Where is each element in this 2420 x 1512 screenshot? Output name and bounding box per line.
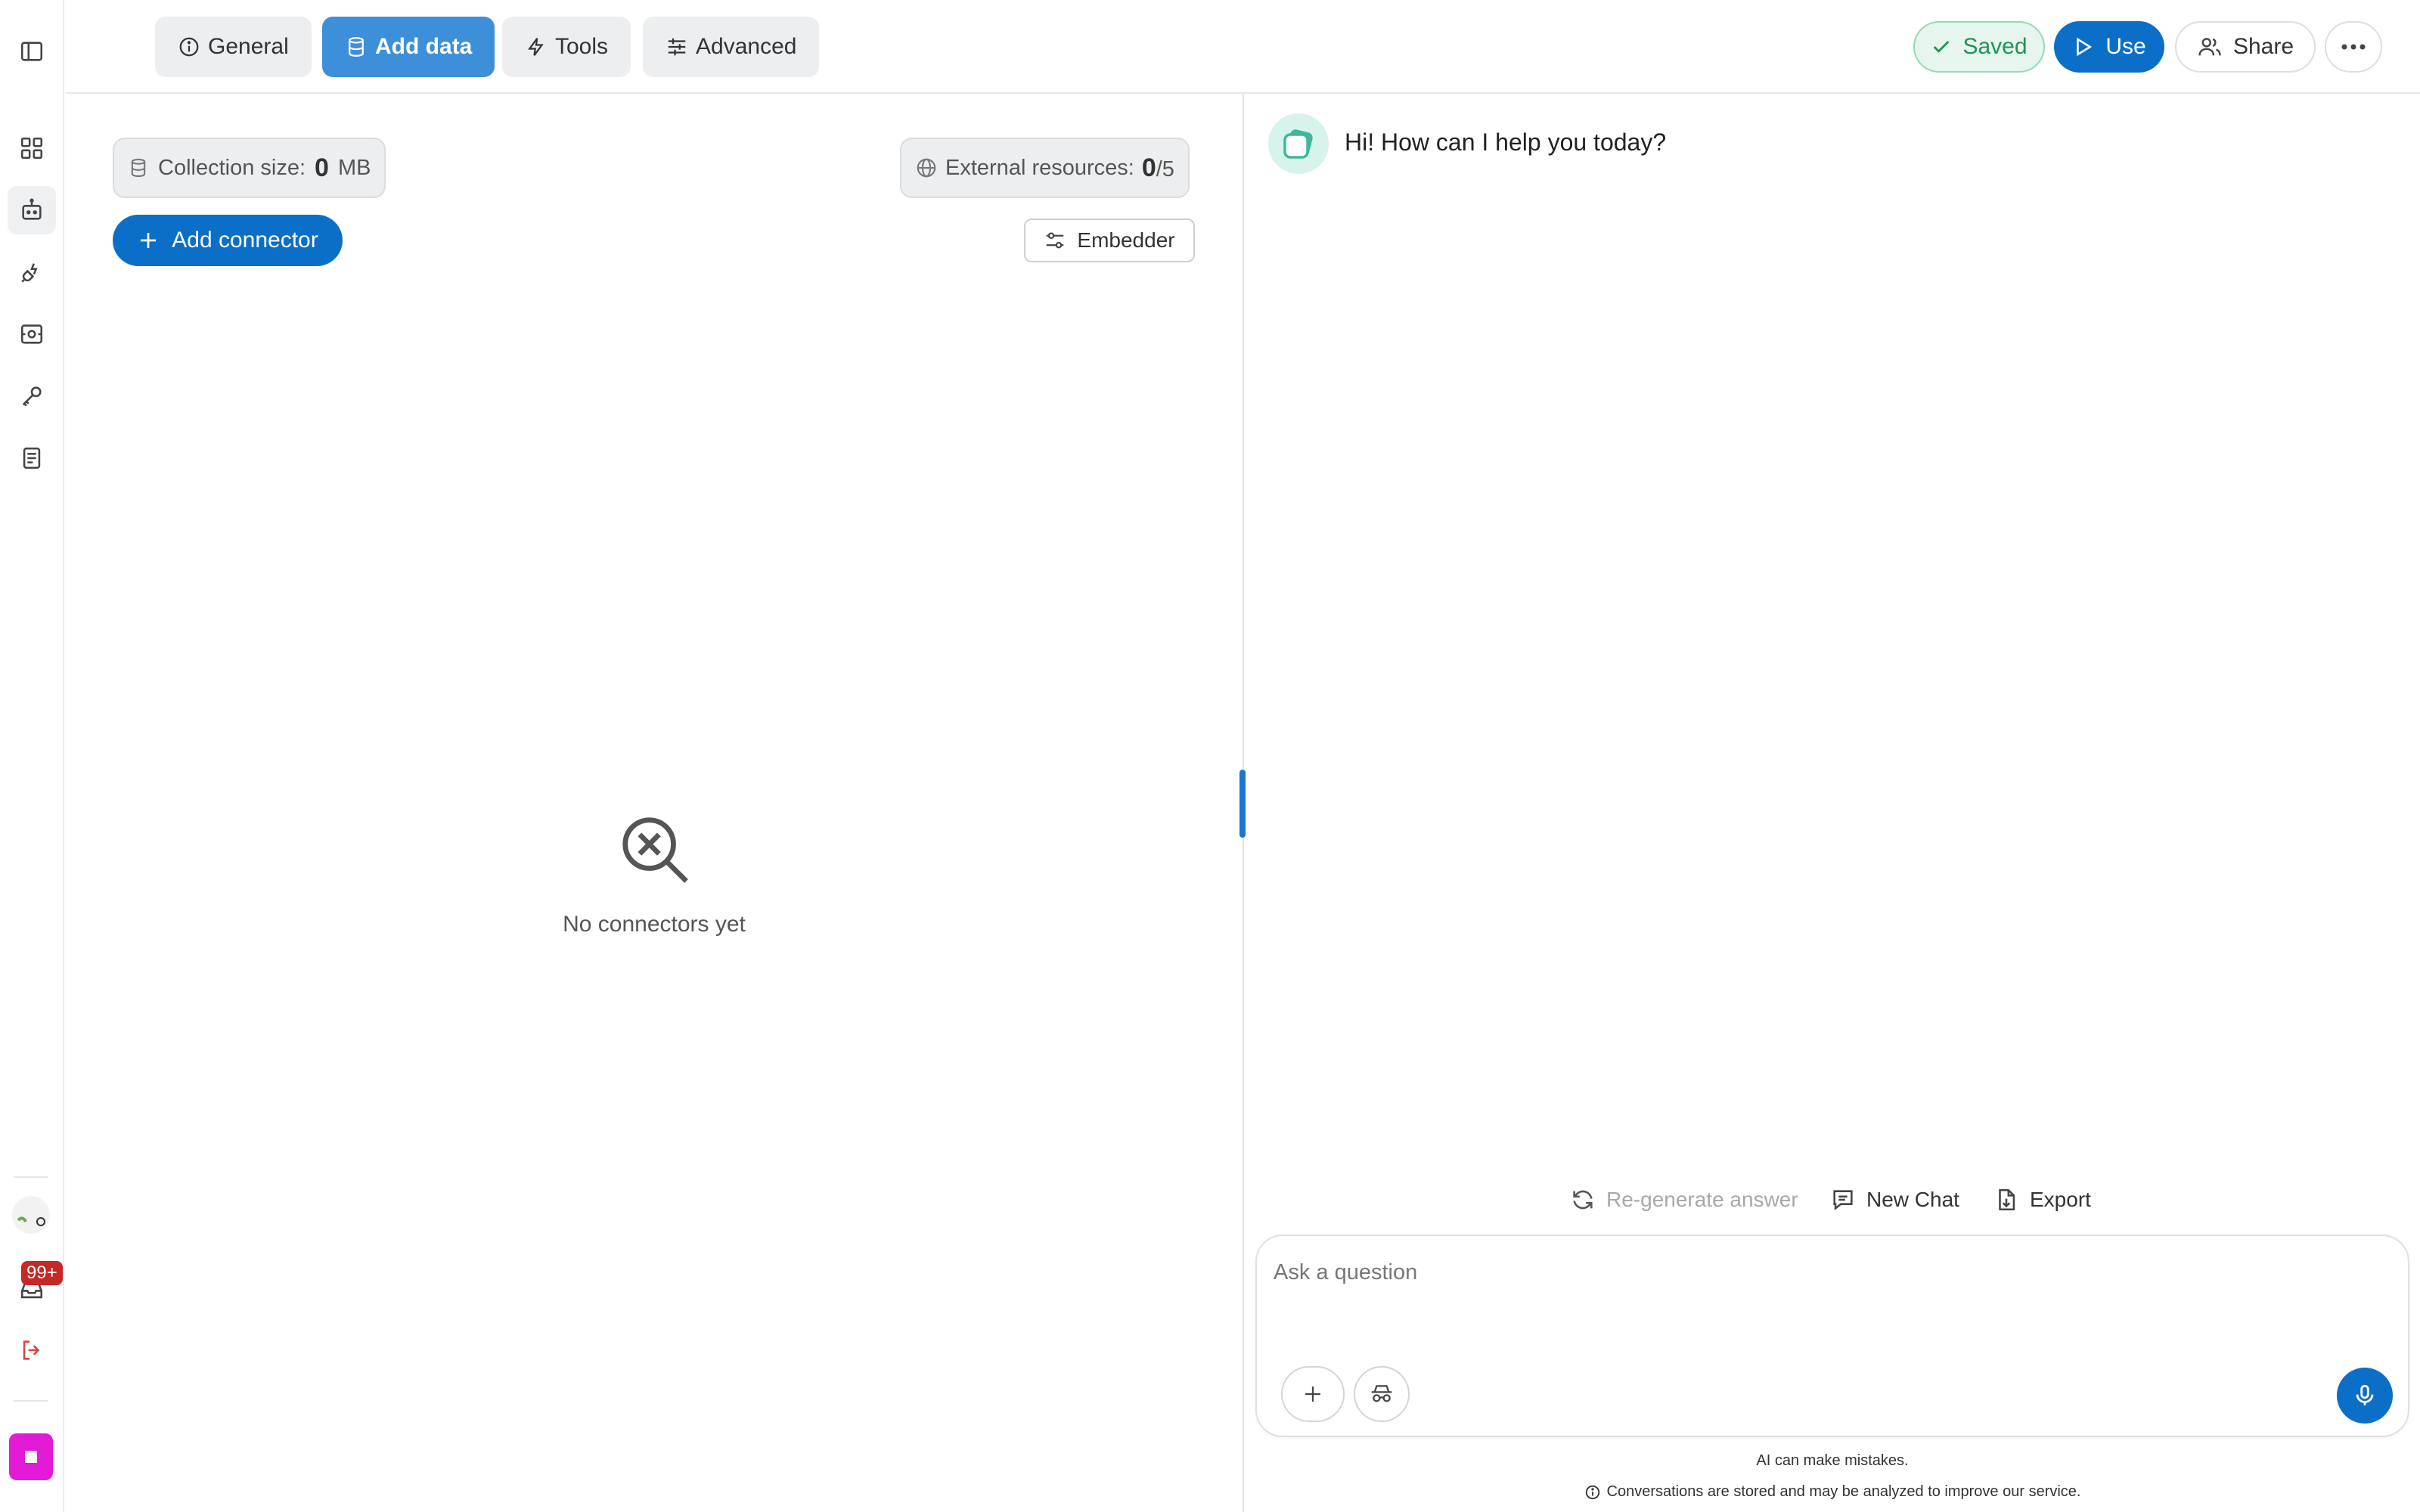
info-icon (1584, 1484, 1601, 1501)
scan-icon[interactable] (8, 310, 56, 358)
incognito-icon (1370, 1382, 1394, 1406)
microphone-button[interactable] (2337, 1368, 2393, 1424)
rail-divider (14, 1176, 48, 1178)
external-resources-label: External resources: (945, 155, 1134, 180)
plug-icon[interactable] (8, 248, 56, 296)
privacy-notice-text: Conversations are stored and may be anal… (1606, 1483, 2081, 1500)
file-export-icon (1993, 1187, 2019, 1213)
key-icon[interactable] (8, 372, 56, 420)
new-chat-label: New Chat (1866, 1188, 1959, 1211)
chat-composer (1255, 1235, 2409, 1437)
users-icon (2197, 34, 2223, 60)
database-icon (128, 157, 149, 178)
globe-icon (915, 156, 938, 179)
plus-icon (1302, 1383, 1324, 1405)
empty-state-text: No connectors yet (563, 912, 746, 937)
sidebar-toggle-icon[interactable] (8, 27, 56, 76)
lightning-icon (525, 36, 548, 58)
search-x-icon (616, 810, 693, 888)
chat-bubble-icon (1830, 1187, 1856, 1213)
regenerate-button[interactable]: Re-generate answer (1570, 1184, 1798, 1216)
ai-disclaimer: AI can make mistakes. (1756, 1452, 1909, 1469)
user-avatar[interactable] (12, 1196, 50, 1234)
logout-icon[interactable] (8, 1326, 56, 1374)
settings-sliders-icon (1044, 229, 1066, 252)
database-icon (345, 36, 368, 58)
external-resources-value: 0 (1141, 153, 1156, 182)
ellipsis-icon (2341, 43, 2366, 51)
rail-divider (14, 1400, 48, 1402)
tab-advanced[interactable]: Advanced (643, 17, 820, 77)
privacy-notice: Conversations are stored and may be anal… (1255, 1483, 2409, 1501)
tab-label: Tools (555, 34, 609, 59)
question-input[interactable] (1274, 1250, 2257, 1295)
check-icon (1931, 36, 1952, 57)
saved-label: Saved (1962, 34, 2028, 59)
external-resources-stat: External resources: 0 /5 (900, 138, 1190, 198)
use-button[interactable]: Use (2054, 21, 2164, 73)
tab-general[interactable]: General (155, 17, 312, 77)
share-label: Share (2232, 34, 2294, 59)
top-toolbar: General Add data Tools Advanced Saved Us… (65, 0, 2420, 94)
export-label: Export (2030, 1188, 2091, 1211)
document-icon[interactable] (8, 434, 56, 482)
collection-size-stat: Collection size: 0 MB (113, 138, 386, 198)
play-icon (2072, 36, 2095, 58)
attach-button[interactable] (1281, 1366, 1345, 1422)
embedder-button[interactable]: Embedder (1024, 218, 1195, 262)
use-label: Use (2105, 34, 2146, 59)
share-button[interactable]: Share (2175, 21, 2316, 73)
resize-handle[interactable] (1239, 770, 1246, 838)
external-resources-max: /5 (1156, 156, 1174, 181)
collection-size-value: 0 (315, 153, 329, 182)
saved-status: Saved (1913, 21, 2045, 73)
tab-label: General (208, 34, 289, 59)
notification-badge: 99+ (21, 1261, 63, 1285)
tab-label: Add data (375, 34, 473, 59)
add-connector-button[interactable]: Add connector (113, 215, 343, 266)
assistant-message: Hi! How can I help you today? (1345, 129, 1667, 156)
bot-icon[interactable] (8, 186, 56, 234)
tab-tools[interactable]: Tools (502, 17, 631, 77)
left-rail: 99+ (0, 0, 64, 1512)
app-logo[interactable] (9, 1433, 53, 1480)
embedder-label: Embedder (1077, 228, 1175, 252)
more-options-button[interactable] (2325, 21, 2382, 73)
export-button[interactable]: Export (1993, 1184, 2091, 1216)
microphone-icon (2352, 1383, 2378, 1408)
plus-icon (137, 229, 160, 252)
add-connector-label: Add connector (172, 228, 318, 253)
regenerate-label: Re-generate answer (1606, 1188, 1798, 1211)
assistant-avatar (1268, 113, 1329, 174)
sliders-icon (666, 36, 688, 58)
new-chat-button[interactable]: New Chat (1830, 1184, 1959, 1216)
tab-add-data[interactable]: Add data (322, 17, 495, 77)
info-icon (178, 36, 200, 58)
collection-size-label: Collection size: (158, 155, 306, 180)
dashboard-icon[interactable] (8, 124, 56, 172)
refresh-icon (1570, 1187, 1596, 1213)
tab-label: Advanced (696, 34, 797, 59)
collection-size-unit: MB (337, 155, 371, 180)
incognito-button[interactable] (1354, 1366, 1410, 1422)
